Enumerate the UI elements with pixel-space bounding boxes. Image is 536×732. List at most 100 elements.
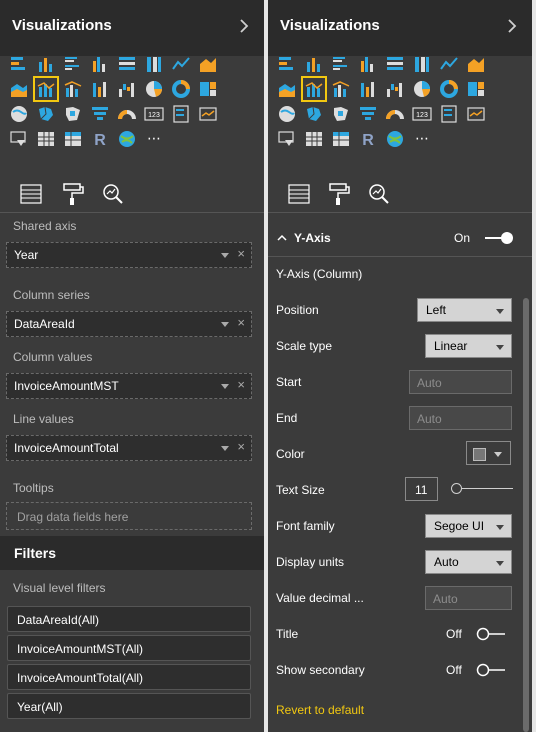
r-script-visual-icon[interactable]: R <box>358 129 378 149</box>
ribbon-chart-icon[interactable] <box>358 79 378 99</box>
waterfall-chart-icon[interactable] <box>385 79 405 99</box>
filled-map-icon[interactable] <box>304 104 324 124</box>
stacked-area-chart-icon[interactable] <box>277 79 297 99</box>
stacked-column-chart-icon[interactable] <box>304 54 324 74</box>
gauge-icon[interactable] <box>117 104 137 124</box>
donut-chart-icon[interactable] <box>171 79 191 99</box>
line-chart-icon[interactable] <box>171 54 191 74</box>
funnel-chart-icon[interactable] <box>358 104 378 124</box>
slicer-icon[interactable] <box>277 129 297 149</box>
more-visuals-icon[interactable]: ⋯ <box>412 129 432 149</box>
stacked-bar-chart-icon[interactable] <box>277 54 297 74</box>
line-and-clustered-column-chart-icon[interactable] <box>331 79 351 99</box>
tab-analytics[interactable] <box>364 180 394 208</box>
text-size-input[interactable]: 11 <box>405 477 438 501</box>
revert-to-default-link[interactable]: Revert to default <box>276 703 364 717</box>
end-input[interactable]: Auto <box>409 406 512 430</box>
chevron-down-icon[interactable] <box>221 322 229 327</box>
column-series-well[interactable]: DataAreaId × <box>6 311 252 337</box>
card-icon[interactable]: 123 <box>412 104 432 124</box>
pie-chart-icon[interactable] <box>412 79 432 99</box>
clustered-column-chart-icon[interactable] <box>358 54 378 74</box>
tab-fields[interactable] <box>16 180 46 208</box>
kpi-icon[interactable] <box>198 104 218 124</box>
funnel-chart-icon[interactable] <box>90 104 110 124</box>
clustered-bar-chart-icon[interactable] <box>63 54 83 74</box>
filter-item[interactable]: Year(All) <box>7 693 251 719</box>
show-secondary-toggle[interactable] <box>476 663 506 677</box>
card-icon[interactable]: 123 <box>144 104 164 124</box>
collapse-chevron-icon[interactable] <box>276 232 288 244</box>
display-units-dropdown[interactable]: Auto <box>425 550 512 574</box>
line-values-well[interactable]: InvoiceAmountTotal × <box>6 435 252 461</box>
multi-row-card-icon[interactable] <box>171 104 191 124</box>
scale-type-dropdown[interactable]: Linear <box>425 334 512 358</box>
tab-fields[interactable] <box>284 180 314 208</box>
chevron-down-icon[interactable] <box>221 384 229 389</box>
donut-chart-icon[interactable] <box>439 79 459 99</box>
text-size-slider-thumb[interactable] <box>451 483 462 494</box>
value-decimal-input[interactable]: Auto <box>425 586 512 610</box>
stacked-area-chart-icon[interactable] <box>9 79 29 99</box>
matrix-icon[interactable] <box>331 129 351 149</box>
100-stacked-column-chart-icon[interactable] <box>412 54 432 74</box>
shared-axis-well[interactable]: Year × <box>6 242 252 268</box>
slicer-icon[interactable] <box>9 129 29 149</box>
y-axis-section-title[interactable]: Y-Axis <box>294 231 331 245</box>
line-and-clustered-column-chart-icon[interactable] <box>63 79 83 99</box>
multi-row-card-icon[interactable] <box>439 104 459 124</box>
shape-map-icon[interactable] <box>63 104 83 124</box>
globe-icon[interactable] <box>385 129 405 149</box>
globe-icon[interactable] <box>117 129 137 149</box>
filter-item[interactable]: DataAreaId(All) <box>7 606 251 632</box>
filled-map-icon[interactable] <box>36 104 56 124</box>
tab-format[interactable] <box>58 180 88 208</box>
gauge-icon[interactable] <box>385 104 405 124</box>
line-and-stacked-column-chart-icon[interactable] <box>301 76 327 102</box>
matrix-icon[interactable] <box>63 129 83 149</box>
tab-analytics[interactable] <box>98 180 128 208</box>
close-icon[interactable]: × <box>237 377 245 392</box>
close-icon[interactable]: × <box>237 315 245 330</box>
line-chart-icon[interactable] <box>439 54 459 74</box>
chevron-down-icon[interactable] <box>221 446 229 451</box>
shape-map-icon[interactable] <box>331 104 351 124</box>
y-axis-toggle[interactable] <box>484 231 514 245</box>
waterfall-chart-icon[interactable] <box>117 79 137 99</box>
stacked-bar-chart-icon[interactable] <box>9 54 29 74</box>
kpi-icon[interactable] <box>466 104 486 124</box>
pie-chart-icon[interactable] <box>144 79 164 99</box>
tab-format[interactable] <box>324 180 354 208</box>
close-icon[interactable]: × <box>237 246 245 261</box>
map-icon[interactable] <box>277 104 297 124</box>
start-input[interactable]: Auto <box>409 370 512 394</box>
ribbon-chart-icon[interactable] <box>90 79 110 99</box>
font-family-dropdown[interactable]: Segoe UI <box>425 514 512 538</box>
100-stacked-column-chart-icon[interactable] <box>144 54 164 74</box>
line-and-stacked-column-chart-icon[interactable] <box>33 76 59 102</box>
filter-item[interactable]: InvoiceAmountTotal(All) <box>7 664 251 690</box>
table-icon[interactable] <box>36 129 56 149</box>
chevron-down-icon[interactable] <box>221 253 229 258</box>
chevron-right-icon[interactable] <box>504 18 520 34</box>
clustered-column-chart-icon[interactable] <box>90 54 110 74</box>
position-dropdown[interactable]: Left <box>417 298 512 322</box>
title-toggle[interactable] <box>476 627 506 641</box>
chevron-right-icon[interactable] <box>236 18 252 34</box>
treemap-icon[interactable] <box>198 79 218 99</box>
r-script-visual-icon[interactable]: R <box>90 129 110 149</box>
area-chart-icon[interactable] <box>198 54 218 74</box>
table-icon[interactable] <box>304 129 324 149</box>
area-chart-icon[interactable] <box>466 54 486 74</box>
map-icon[interactable] <box>9 104 29 124</box>
100-stacked-bar-chart-icon[interactable] <box>117 54 137 74</box>
treemap-icon[interactable] <box>466 79 486 99</box>
close-icon[interactable]: × <box>237 439 245 454</box>
color-picker[interactable] <box>466 441 511 465</box>
clustered-bar-chart-icon[interactable] <box>331 54 351 74</box>
stacked-column-chart-icon[interactable] <box>36 54 56 74</box>
100-stacked-bar-chart-icon[interactable] <box>385 54 405 74</box>
scrollbar[interactable] <box>523 298 529 732</box>
filter-item[interactable]: InvoiceAmountMST(All) <box>7 635 251 661</box>
tooltips-drop-zone[interactable]: Drag data fields here <box>6 502 252 530</box>
